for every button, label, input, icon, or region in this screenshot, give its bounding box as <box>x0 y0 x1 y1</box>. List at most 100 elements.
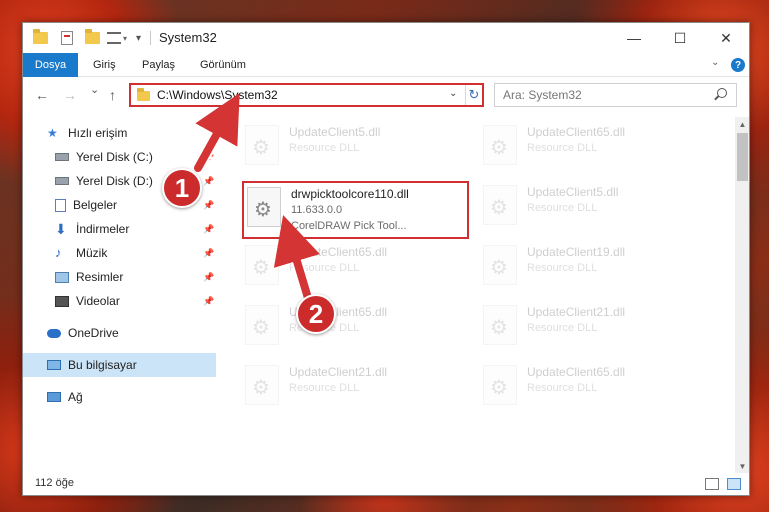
pin-icon[interactable]: 📌 <box>203 296 214 307</box>
file-name: drwpicktoolcore110.dll <box>291 187 409 201</box>
sidebar-item-downloads[interactable]: ⬇ İndirmeler 📌 <box>23 217 216 241</box>
file-description: Resource DLL <box>527 382 598 394</box>
dll-file-icon <box>483 305 517 345</box>
file-description: CorelDRAW Pick Tool... <box>291 220 407 232</box>
file-name: UpdateClient65.dll <box>289 245 388 259</box>
highlighted-file-item[interactable]: drwpicktoolcore110.dll 11.633.0.0 CorelD… <box>242 181 469 239</box>
dll-file-icon <box>247 187 281 227</box>
sidebar-item-this-pc[interactable]: Bu bilgisayar <box>23 353 216 377</box>
file-description: Resource DLL <box>289 142 360 154</box>
title-bar: ▾ ▾ System32 — ☐ ✕ <box>23 23 749 53</box>
sidebar-item-drive-c[interactable]: Yerel Disk (C:) 📌 <box>23 145 216 169</box>
details-view-icon[interactable] <box>705 478 719 490</box>
address-bar[interactable]: C:\Windows\System32 ⌄ ↻ <box>129 83 484 107</box>
file-item[interactable]: UpdateClient5.dll Resource DLL <box>243 121 473 179</box>
pin-icon[interactable]: 📌 <box>203 272 214 283</box>
dll-file-icon <box>483 185 517 225</box>
tab-file[interactable]: Dosya <box>23 53 78 77</box>
refresh-icon[interactable]: ↻ <box>465 85 482 105</box>
up-button[interactable]: ↑ <box>109 87 116 103</box>
maximize-button[interactable]: ☐ <box>657 23 703 53</box>
tab-share[interactable]: Paylaş <box>142 53 175 77</box>
search-input[interactable]: Ara: System32 <box>494 83 737 107</box>
sidebar-item-label: Ağ <box>68 390 83 404</box>
navigation-bar: ← → ⌄ ↑ C:\Windows\System32 ⌄ ↻ Ara: Sys… <box>23 77 749 113</box>
sidebar-item-network[interactable]: Ağ <box>23 385 216 409</box>
chevron-down-icon[interactable]: ⌄ <box>711 57 719 68</box>
computer-icon <box>47 360 61 370</box>
pictures-icon <box>55 271 69 283</box>
file-item[interactable]: UpdateClient65.dll Resource DLL <box>243 241 473 299</box>
file-name: UpdateClient65.dll <box>527 125 626 139</box>
documents-icon <box>55 198 66 212</box>
search-icon[interactable] <box>717 88 727 98</box>
dll-file-icon <box>245 245 279 285</box>
window-title: System32 <box>159 30 217 45</box>
file-description: Resource DLL <box>289 262 360 274</box>
pin-icon[interactable]: 📌 <box>203 200 214 211</box>
sidebar-item-label: Yerel Disk (C:) <box>76 150 153 164</box>
dll-file-icon <box>483 365 517 405</box>
scroll-down-icon[interactable]: ▼ <box>735 459 749 473</box>
video-icon <box>55 295 69 307</box>
sidebar-item-music[interactable]: ♪ Müzik 📌 <box>23 241 216 265</box>
file-description: Resource DLL <box>527 262 598 274</box>
recent-locations-button[interactable]: ⌄ <box>90 83 99 96</box>
large-icons-view-icon[interactable] <box>727 478 741 490</box>
file-description: Resource DLL <box>289 382 360 394</box>
sidebar-item-label: OneDrive <box>68 326 119 340</box>
scroll-thumb[interactable] <box>737 133 748 181</box>
file-item[interactable]: UpdateClient21.dll Resource DLL <box>243 361 473 419</box>
sidebar-item-pictures[interactable]: Resimler 📌 <box>23 265 216 289</box>
sidebar-item-label: Resimler <box>76 270 124 284</box>
file-list: UpdateClient5.dll Resource DLL UpdateCli… <box>223 117 733 473</box>
sidebar-item-label: Hızlı erişim <box>68 126 128 140</box>
sidebar-item-onedrive[interactable]: OneDrive <box>23 321 216 345</box>
customize-toolbar-icon[interactable]: ▾ <box>136 30 141 46</box>
file-name: UpdateClient65.dll <box>527 365 626 379</box>
sidebar-item-label: Videolar <box>76 294 120 308</box>
dll-file-icon <box>483 125 517 165</box>
new-folder-icon[interactable] <box>85 29 100 46</box>
pin-icon[interactable]: 📌 <box>203 224 214 235</box>
help-icon[interactable]: ? <box>731 58 745 72</box>
pin-icon[interactable]: 📌 <box>203 176 214 187</box>
dll-file-icon <box>245 305 279 345</box>
file-description: Resource DLL <box>527 202 598 214</box>
forward-button[interactable]: → <box>63 87 77 103</box>
drive-icon <box>55 153 69 161</box>
sidebar-item-videos[interactable]: Videolar 📌 <box>23 289 216 313</box>
file-item[interactable]: UpdateClient5.dll Resource DLL <box>481 181 711 239</box>
sidebar-item-quick-access[interactable]: ★ Hızlı erişim <box>23 121 216 145</box>
close-button[interactable]: ✕ <box>703 23 749 53</box>
chevron-down-icon[interactable]: ⌄ <box>449 88 457 99</box>
sidebar-item-label: Bu bilgisayar <box>68 358 137 372</box>
vertical-scrollbar[interactable]: ▲ ▼ <box>735 117 749 473</box>
star-icon: ★ <box>47 126 58 140</box>
file-name: UpdateClient21.dll <box>527 305 626 319</box>
back-button[interactable]: ← <box>35 87 49 103</box>
tab-view[interactable]: Görünüm <box>200 53 246 77</box>
drive-icon <box>55 177 69 185</box>
address-path[interactable]: C:\Windows\System32 <box>157 88 278 102</box>
callout-2: 2 <box>296 294 336 334</box>
scroll-up-icon[interactable]: ▲ <box>735 117 749 131</box>
file-item[interactable]: drwpicktoolcore110.dll 11.633.0.0 CorelD… <box>245 183 475 241</box>
music-icon: ♪ <box>55 245 62 260</box>
file-item[interactable]: UpdateClient21.dll Resource DLL <box>481 301 711 359</box>
pin-icon[interactable]: 📌 <box>203 152 214 163</box>
minimize-button[interactable]: — <box>611 23 657 53</box>
properties-icon[interactable] <box>61 30 73 46</box>
pin-icon[interactable]: 📌 <box>203 248 214 259</box>
view-options-icon[interactable]: ▾ <box>107 30 127 46</box>
file-item[interactable]: UpdateClient65.dll Resource DLL <box>481 361 711 419</box>
title-separator <box>150 31 151 45</box>
explorer-window: ▾ ▾ System32 — ☐ ✕ Dosya Giriş Paylaş Gö… <box>22 22 750 496</box>
file-item[interactable]: UpdateClient65.dll Resource DLL <box>481 121 711 179</box>
folder-icon <box>137 88 150 101</box>
tab-home[interactable]: Giriş <box>93 53 116 77</box>
file-description: Resource DLL <box>527 142 598 154</box>
sidebar-item-label: Yerel Disk (D:) <box>76 174 153 188</box>
file-item[interactable]: UpdateClient19.dll Resource DLL <box>481 241 711 299</box>
file-item[interactable]: UpdateClient65.dll Resource DLL <box>243 301 473 359</box>
